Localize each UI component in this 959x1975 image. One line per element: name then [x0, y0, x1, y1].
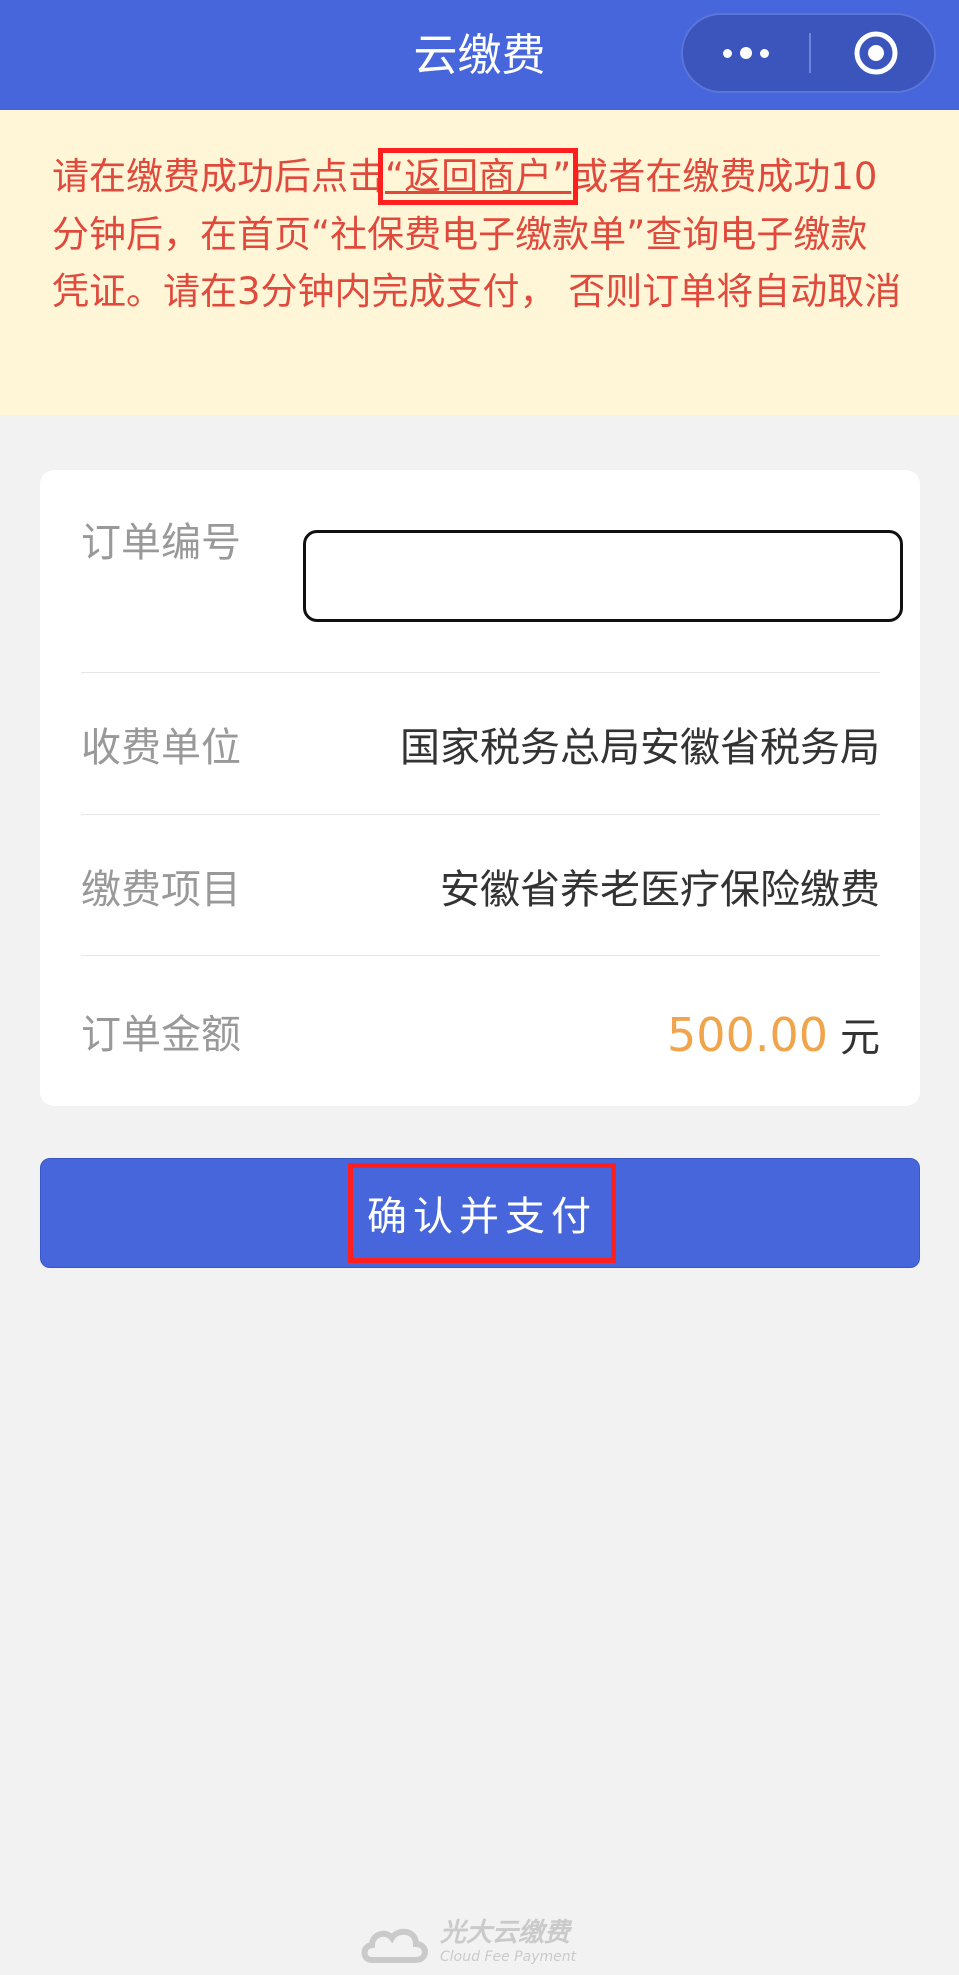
amount-unit: 元 [840, 1015, 880, 1061]
item-row: 缴费项目 安徽省养老医疗保险缴费 [81, 865, 880, 915]
brand-logo: 光大云缴费 Cloud Fee Payment [360, 1918, 610, 1968]
notice-text: 请在缴费成功后点击“返回商户”或者在缴费成功10分钟后，在首页“社保费电子缴款单… [52, 148, 902, 321]
brand-name-cn: 光大云缴费 [440, 1918, 571, 1948]
cloud-logo-icon [361, 1928, 428, 1963]
payee-value: 国家税务总局安徽省税务局 [400, 725, 880, 771]
item-value: 安徽省养老医疗保险缴费 [440, 867, 880, 913]
payee-row: 收费单位 国家税务总局安徽省税务局 [81, 723, 880, 773]
more-dots-icon[interactable] [683, 15, 809, 91]
order-details-card: 订单编号 收费单位 国家税务总局安徽省税务局 缴费项目 安徽省养老医疗保险缴费 … [40, 470, 920, 1106]
divider [81, 672, 880, 673]
dot [723, 48, 732, 58]
order-number-label: 订单编号 [81, 520, 241, 566]
confirm-pay-label: 确认并支付 [348, 1163, 616, 1263]
capsule-divider [809, 33, 811, 73]
divider [81, 814, 880, 815]
target-circle-icon[interactable] [853, 30, 899, 76]
top-nav-bar: 云缴费 [0, 0, 959, 110]
payee-label: 收费单位 [81, 725, 241, 771]
item-label: 缴费项目 [81, 867, 241, 913]
order-number-value [303, 530, 903, 622]
amount-row: 订单金额 500.00 元 [81, 1010, 880, 1062]
dot [740, 47, 752, 59]
mini-program-capsule [681, 13, 936, 93]
confirm-pay-button[interactable]: 确认并支付 [40, 1158, 920, 1268]
brand-name-en: Cloud Fee Payment [440, 1949, 577, 1965]
divider [81, 955, 880, 956]
return-merchant-link[interactable]: “返回商户” [377, 148, 579, 205]
amount-value: 500.00 [667, 1008, 828, 1062]
amount-value-group: 500.00 元 [667, 1010, 880, 1063]
payment-notice: 请在缴费成功后点击“返回商户”或者在缴费成功10分钟后，在首页“社保费电子缴款单… [0, 110, 959, 415]
notice-text-before: 请在缴费成功后点击 [52, 155, 385, 198]
dot [760, 48, 769, 58]
amount-label: 订单金额 [81, 1012, 241, 1058]
